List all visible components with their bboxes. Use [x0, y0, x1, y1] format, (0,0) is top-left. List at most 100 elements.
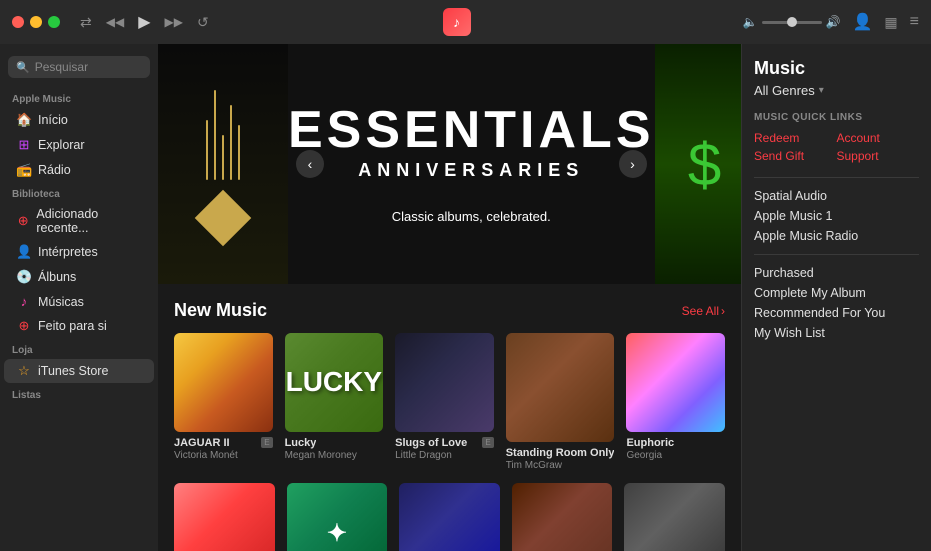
dollar-art: $ [688, 130, 721, 199]
volume-control[interactable]: 🔈 🔊 [743, 15, 841, 29]
album-item-r2d[interactable] [512, 483, 613, 551]
hero-left-panel [158, 44, 288, 284]
album-item-jaguar[interactable]: JAGUAR II E Victoria Monét [174, 333, 273, 471]
sidebar: 🔍 Pesquisar Apple Music 🏠 Início ⊞ Explo… [0, 44, 158, 551]
volume-low-icon: 🔈 [743, 15, 758, 29]
search-icon: 🔍 [16, 61, 30, 74]
link-complete-my-album[interactable]: Complete My Album [754, 283, 919, 303]
album-item-r2c[interactable] [399, 483, 500, 551]
next-icon[interactable]: ▶▶ [165, 15, 183, 29]
search-box[interactable]: 🔍 Pesquisar [8, 56, 150, 78]
art-line-4 [230, 105, 232, 180]
album-item-r2a[interactable] [174, 483, 275, 551]
sidebar-item-radio[interactable]: 📻 Rádio [4, 158, 154, 182]
album-cover-r2e [624, 483, 725, 551]
album-artist-standing: Tim McGraw [506, 460, 615, 471]
lucky-text: LUCKY [286, 366, 382, 398]
album-item-standing[interactable]: Standing Room Only Tim McGraw [506, 333, 615, 471]
right-panel-title: Music [754, 58, 919, 79]
link-apple-music-1[interactable]: Apple Music 1 [754, 206, 919, 226]
sidebar-label-albuns: Álbuns [38, 270, 76, 284]
right-panel: Music All Genres ▾ MUSIC QUICK LINKS Red… [741, 44, 931, 551]
sidebar-section-listas: Listas [0, 384, 158, 403]
hero-nav-left-button[interactable]: ‹ [296, 150, 324, 178]
quick-links-title: MUSIC QUICK LINKS [754, 112, 919, 123]
hero-banner: ‹ ESSENTIALS ANNIVERSARIES Classic album… [158, 44, 741, 284]
sidebar-section-biblioteca: Biblioteca [0, 183, 158, 202]
close-button[interactable] [12, 16, 24, 28]
album-item-r2e[interactable] [624, 483, 725, 551]
recent-icon: ⊕ [16, 213, 30, 229]
hero-right-panel: $ [655, 44, 742, 284]
diamond-shape [195, 190, 252, 247]
sidebar-item-itunes[interactable]: ☆ iTunes Store [4, 359, 154, 383]
sidebar-item-musicas[interactable]: ♪ Músicas [4, 290, 154, 313]
sidebar-item-inicio[interactable]: 🏠 Início [4, 108, 154, 132]
sidebar-item-artistas[interactable]: 👤 Intérpretes [4, 240, 154, 264]
shuffle-icon[interactable]: ⇄ [80, 14, 92, 31]
chevron-down-icon: ▾ [819, 85, 824, 96]
display-icon[interactable]: ▦ [884, 14, 897, 31]
quick-link-redeem[interactable]: Redeem [754, 131, 837, 145]
hero-main: ‹ ESSENTIALS ANNIVERSARIES Classic album… [288, 44, 655, 284]
link-apple-music-radio[interactable]: Apple Music Radio [754, 226, 919, 246]
album-cover-slugs [395, 333, 494, 432]
albums-grid-row1: JAGUAR II E Victoria Monét LUCKY Lucky M… [174, 333, 725, 471]
sidebar-section-apple-music: Apple Music [0, 88, 158, 107]
album-item-slugs[interactable]: Slugs of Love E Little Dragon [395, 333, 494, 471]
account-icon[interactable]: 👤 [853, 12, 873, 32]
section-title-new-music: New Music [174, 300, 267, 321]
window-controls[interactable] [12, 16, 60, 28]
album-item-lucky[interactable]: LUCKY Lucky Megan Moroney [285, 333, 384, 471]
art-line-1 [206, 120, 208, 180]
play-icon[interactable]: ▶ [138, 12, 150, 32]
genre-label: All Genres [754, 83, 815, 98]
sidebar-item-recente[interactable]: ⊕ Adicionado recente... [4, 203, 154, 239]
sidebar-label-explorar: Explorar [38, 138, 85, 152]
hero-nav-right-button[interactable]: › [619, 150, 647, 178]
album-item-r2b[interactable]: ✦ [287, 483, 388, 551]
link-recommended[interactable]: Recommended For You [754, 303, 919, 323]
divider-2 [754, 254, 919, 255]
search-placeholder: Pesquisar [35, 60, 88, 74]
hero-left-art [203, 90, 243, 238]
album-title-row-jaguar: JAGUAR II E [174, 437, 273, 449]
link-spatial-audio[interactable]: Spatial Audio [754, 186, 919, 206]
menu-icon[interactable]: ≡ [910, 13, 919, 31]
album-name-euphoric: Euphoric [626, 437, 674, 449]
album-cover-r2b: ✦ [287, 483, 388, 551]
sidebar-item-albuns[interactable]: 💿 Álbuns [4, 265, 154, 289]
explicit-badge-jaguar: E [261, 437, 272, 448]
see-all-link[interactable]: See All › [682, 304, 725, 318]
hero-subtitle: ANNIVERSARIES [358, 160, 584, 181]
link-wish-list[interactable]: My Wish List [754, 323, 919, 343]
maximize-button[interactable] [48, 16, 60, 28]
album-item-euphoric[interactable]: Euphoric Georgia [626, 333, 725, 471]
sidebar-item-explorar[interactable]: ⊞ Explorar [4, 133, 154, 157]
content-area: ‹ ESSENTIALS ANNIVERSARIES Classic album… [158, 44, 741, 551]
sidebar-item-feito[interactable]: ⊕ Feito para si [4, 314, 154, 338]
quick-link-support[interactable]: Support [837, 149, 920, 163]
titlebar-center: ♪ [443, 8, 489, 36]
grid-icon: ⊞ [16, 137, 32, 153]
album-artist-lucky: Megan Moroney [285, 450, 384, 461]
album-title-row-slugs: Slugs of Love E [395, 437, 494, 449]
album-cover-jaguar [174, 333, 273, 432]
link-purchased[interactable]: Purchased [754, 263, 919, 283]
art-line-2 [214, 90, 216, 180]
album-artist-jaguar: Victoria Monét [174, 450, 273, 461]
sidebar-label-feito: Feito para si [38, 319, 107, 333]
volume-high-icon: 🔊 [826, 15, 841, 29]
songs-icon: ♪ [16, 294, 32, 309]
volume-slider[interactable] [762, 21, 822, 24]
repeat-icon[interactable]: ↺ [197, 14, 209, 31]
quick-link-account[interactable]: Account [837, 131, 920, 145]
minimize-button[interactable] [30, 16, 42, 28]
explicit-badge-slugs: E [482, 437, 493, 448]
quick-links-grid: Redeem Account Send Gift Support [754, 131, 919, 163]
genre-selector[interactable]: All Genres ▾ [754, 83, 919, 98]
quick-link-send-gift[interactable]: Send Gift [754, 149, 837, 163]
album-title-row-euphoric: Euphoric [626, 437, 725, 449]
prev-icon[interactable]: ◀◀ [106, 15, 124, 29]
album-cover-standing [506, 333, 615, 442]
